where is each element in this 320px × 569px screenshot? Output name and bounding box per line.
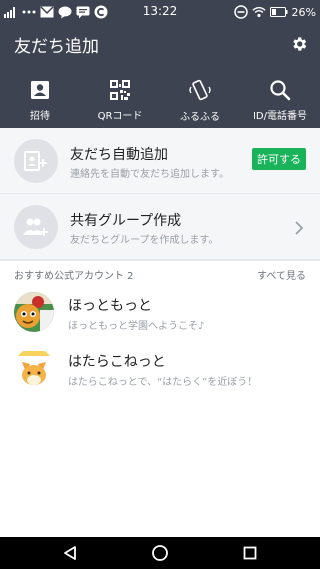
nav-invite[interactable]: 招待: [0, 72, 80, 122]
status-right-icons: 26%: [233, 4, 316, 20]
minus-circle-icon: [233, 5, 248, 19]
auto-add-title: 友だち自動追加: [70, 147, 168, 163]
official-accounts-header: おすすめ公式アカウント 2 すべて見る: [0, 260, 320, 284]
qr-code-icon: [108, 78, 132, 101]
nav-label: 招待: [30, 111, 50, 122]
wifi-icon: [251, 5, 266, 19]
allow-button[interactable]: 許可する: [252, 148, 306, 170]
shake-phone-icon: [188, 78, 212, 102]
account-description: はたらこねっとで、“はたらく”を近ぼう！: [68, 377, 258, 388]
status-bar: 13:22 26%: [0, 0, 320, 24]
home-circle-icon[interactable]: [140, 537, 180, 569]
account-description: ほっともっと学園へようこそ♪: [68, 321, 205, 332]
contacts-sync-icon: [14, 139, 58, 183]
nav-label: QRコード: [97, 111, 143, 122]
battery-percent: 26%: [291, 5, 316, 19]
official-account-item[interactable]: はたらこねっと はたらこねっとで、“はたらく”を近ぼう！: [0, 340, 320, 396]
nav-shake[interactable]: ふるふる: [160, 72, 240, 123]
auto-add-friends-section[interactable]: 友だち自動追加 連絡先を自動で友だち追加します。 許可する: [0, 128, 320, 194]
person-card-icon: [28, 78, 52, 101]
add-method-nav: 招待 QRコード ふるふる ID/電話番号: [0, 72, 320, 123]
chevron-right-icon: [294, 220, 304, 235]
official-account-item[interactable]: ほっともっと ほっともっと学園へようこそ♪: [0, 284, 320, 340]
recents-square-icon[interactable]: [230, 537, 270, 569]
header: 友だち追加 招待 QRコード ふるふる ID/電話番号: [0, 24, 320, 128]
nav-id-phone-search[interactable]: ID/電話番号: [240, 72, 320, 122]
system-navigation-bar: [0, 537, 320, 569]
see-all-link[interactable]: すべて見る: [257, 267, 306, 282]
nav-label: ふるふる: [180, 112, 220, 123]
auto-add-subtitle: 連絡先を自動で友だち追加します。: [70, 169, 229, 180]
account-name: ほっともっと: [68, 298, 152, 314]
gear-icon[interactable]: [288, 33, 310, 55]
nav-qr-code[interactable]: QRコード: [80, 72, 160, 122]
battery-icon: [269, 5, 288, 19]
group-add-icon: [14, 205, 58, 249]
create-group-section[interactable]: 共有グループ作成 友だちとグループを作成します。: [0, 194, 320, 260]
official-accounts-label: おすすめ公式アカウント 2: [14, 271, 134, 282]
search-icon: [268, 78, 292, 101]
hottomotto-avatar: [14, 292, 54, 332]
create-group-title: 共有グループ作成: [70, 213, 182, 229]
hatarako-fox-avatar: [14, 348, 54, 388]
create-group-subtitle: 友だちとグループを作成します。: [70, 235, 219, 246]
back-triangle-icon[interactable]: [50, 537, 90, 569]
nav-label: ID/電話番号: [252, 111, 308, 122]
account-name: はたらこねっと: [68, 354, 166, 370]
page-title: 友だち追加: [14, 37, 99, 57]
